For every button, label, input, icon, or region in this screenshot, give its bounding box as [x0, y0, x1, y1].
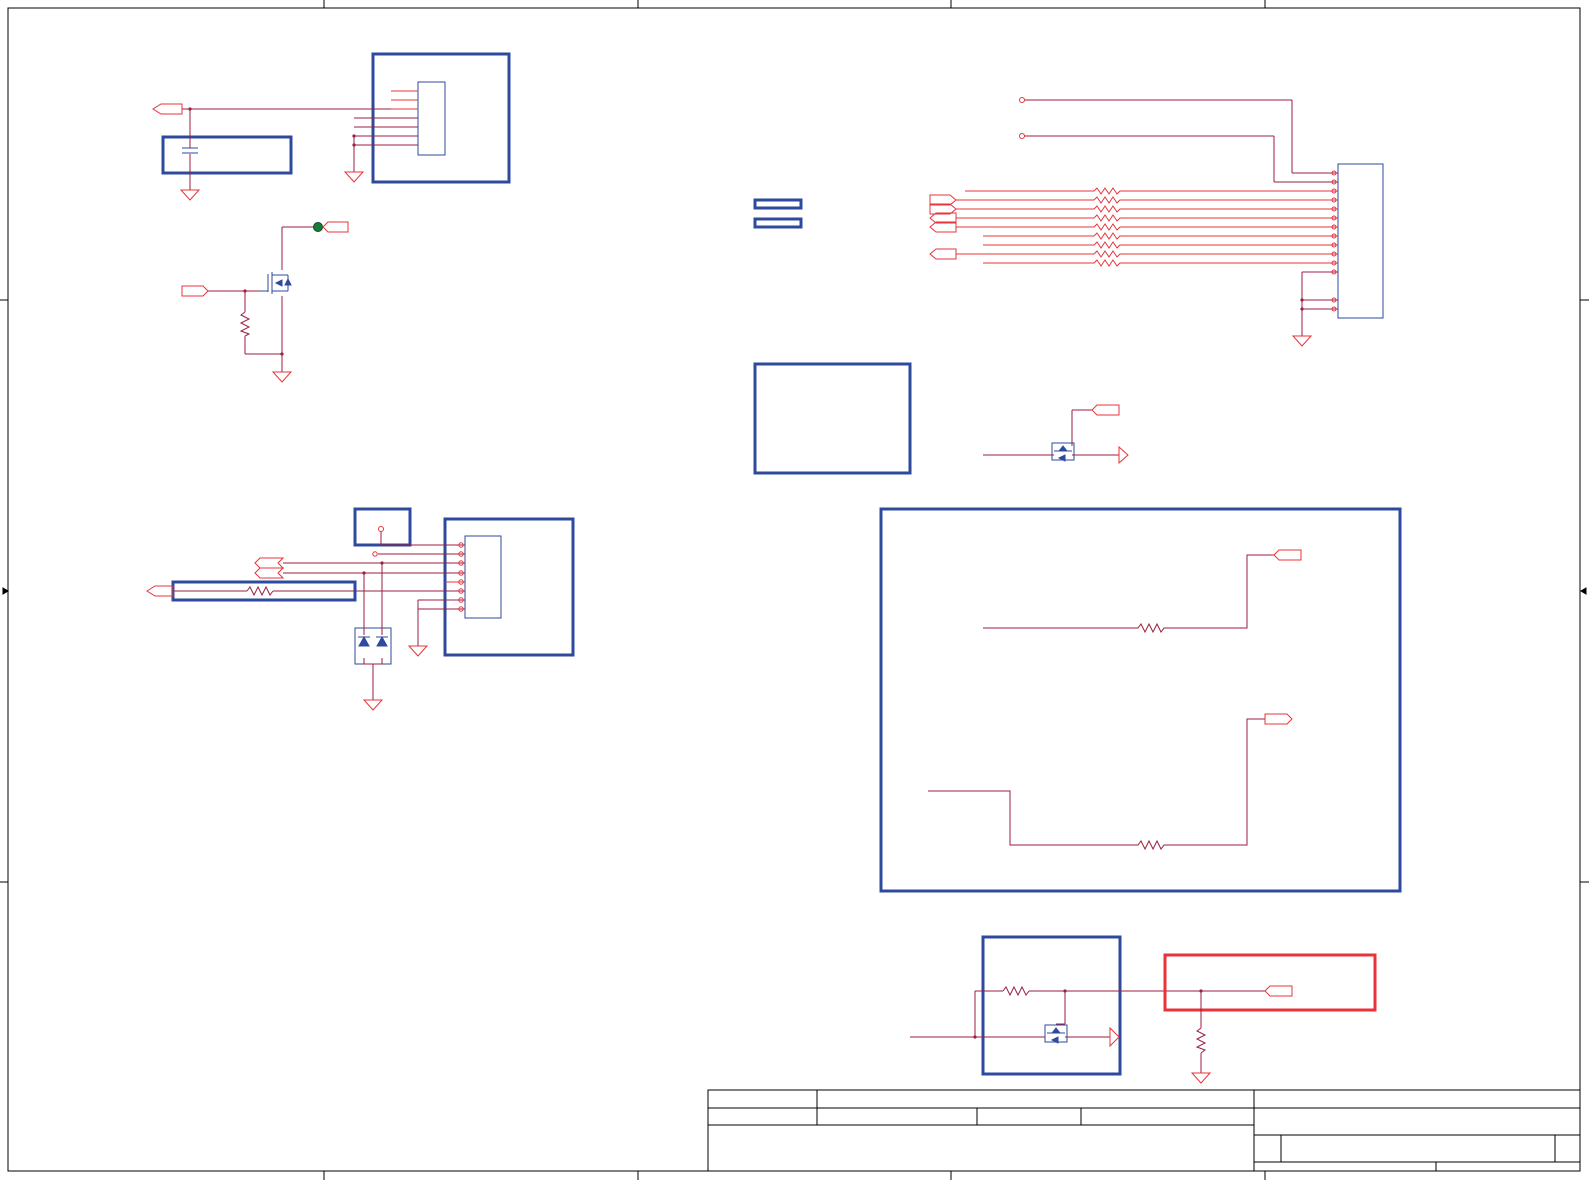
- connector-block-mid-left: [283, 517, 575, 657]
- empty-note-box: [753, 362, 912, 475]
- capacitor-group-box: [161, 107, 293, 201]
- net-label-pulldown: [1264, 985, 1293, 997]
- highlighted-pulldown-block: [1163, 953, 1377, 1084]
- mosfet-switch-bottom-block: [910, 935, 1201, 1076]
- power-arrow: [1118, 445, 1129, 465]
- mosfet-symbol: [260, 272, 292, 294]
- net-label-center-top: [1091, 404, 1120, 416]
- ground-symbol: [343, 171, 365, 183]
- mosfet-switch-left: [181, 221, 349, 383]
- resistor-group-box: [171, 580, 357, 602]
- small-label-box-left: [353, 507, 412, 547]
- net-label-drain: [322, 221, 349, 233]
- net-label-block-out-2: [1264, 713, 1293, 725]
- schematic-canvas: [0, 0, 1589, 1180]
- mosfet-symbol: [1051, 442, 1075, 462]
- drawing-frame: [0, 0, 1589, 1180]
- net-label-bus-5: [929, 248, 957, 260]
- power-arrow: [1109, 1026, 1120, 1048]
- mosfet-switch-center: [983, 404, 1129, 465]
- net-label-block-out-1: [1273, 549, 1302, 561]
- tvs-diode-pair: [354, 561, 392, 711]
- test-point: [313, 222, 323, 232]
- net-label-pair-left: [254, 557, 285, 579]
- jumper-bars: [753, 198, 803, 229]
- connector-block-top-left: [190, 52, 511, 184]
- net-label-resistor-left: [146, 585, 174, 597]
- net-label-gate: [181, 285, 209, 297]
- net-label-top-left: [152, 103, 183, 115]
- empty-title-block: [707, 1089, 1581, 1172]
- series-resistor-bank: [929, 187, 1338, 267]
- resistor-symbol: [239, 311, 251, 337]
- connector-right: [1019, 97, 1384, 347]
- mosfet-symbol: [1044, 1024, 1068, 1044]
- large-resistor-block: [879, 507, 1402, 893]
